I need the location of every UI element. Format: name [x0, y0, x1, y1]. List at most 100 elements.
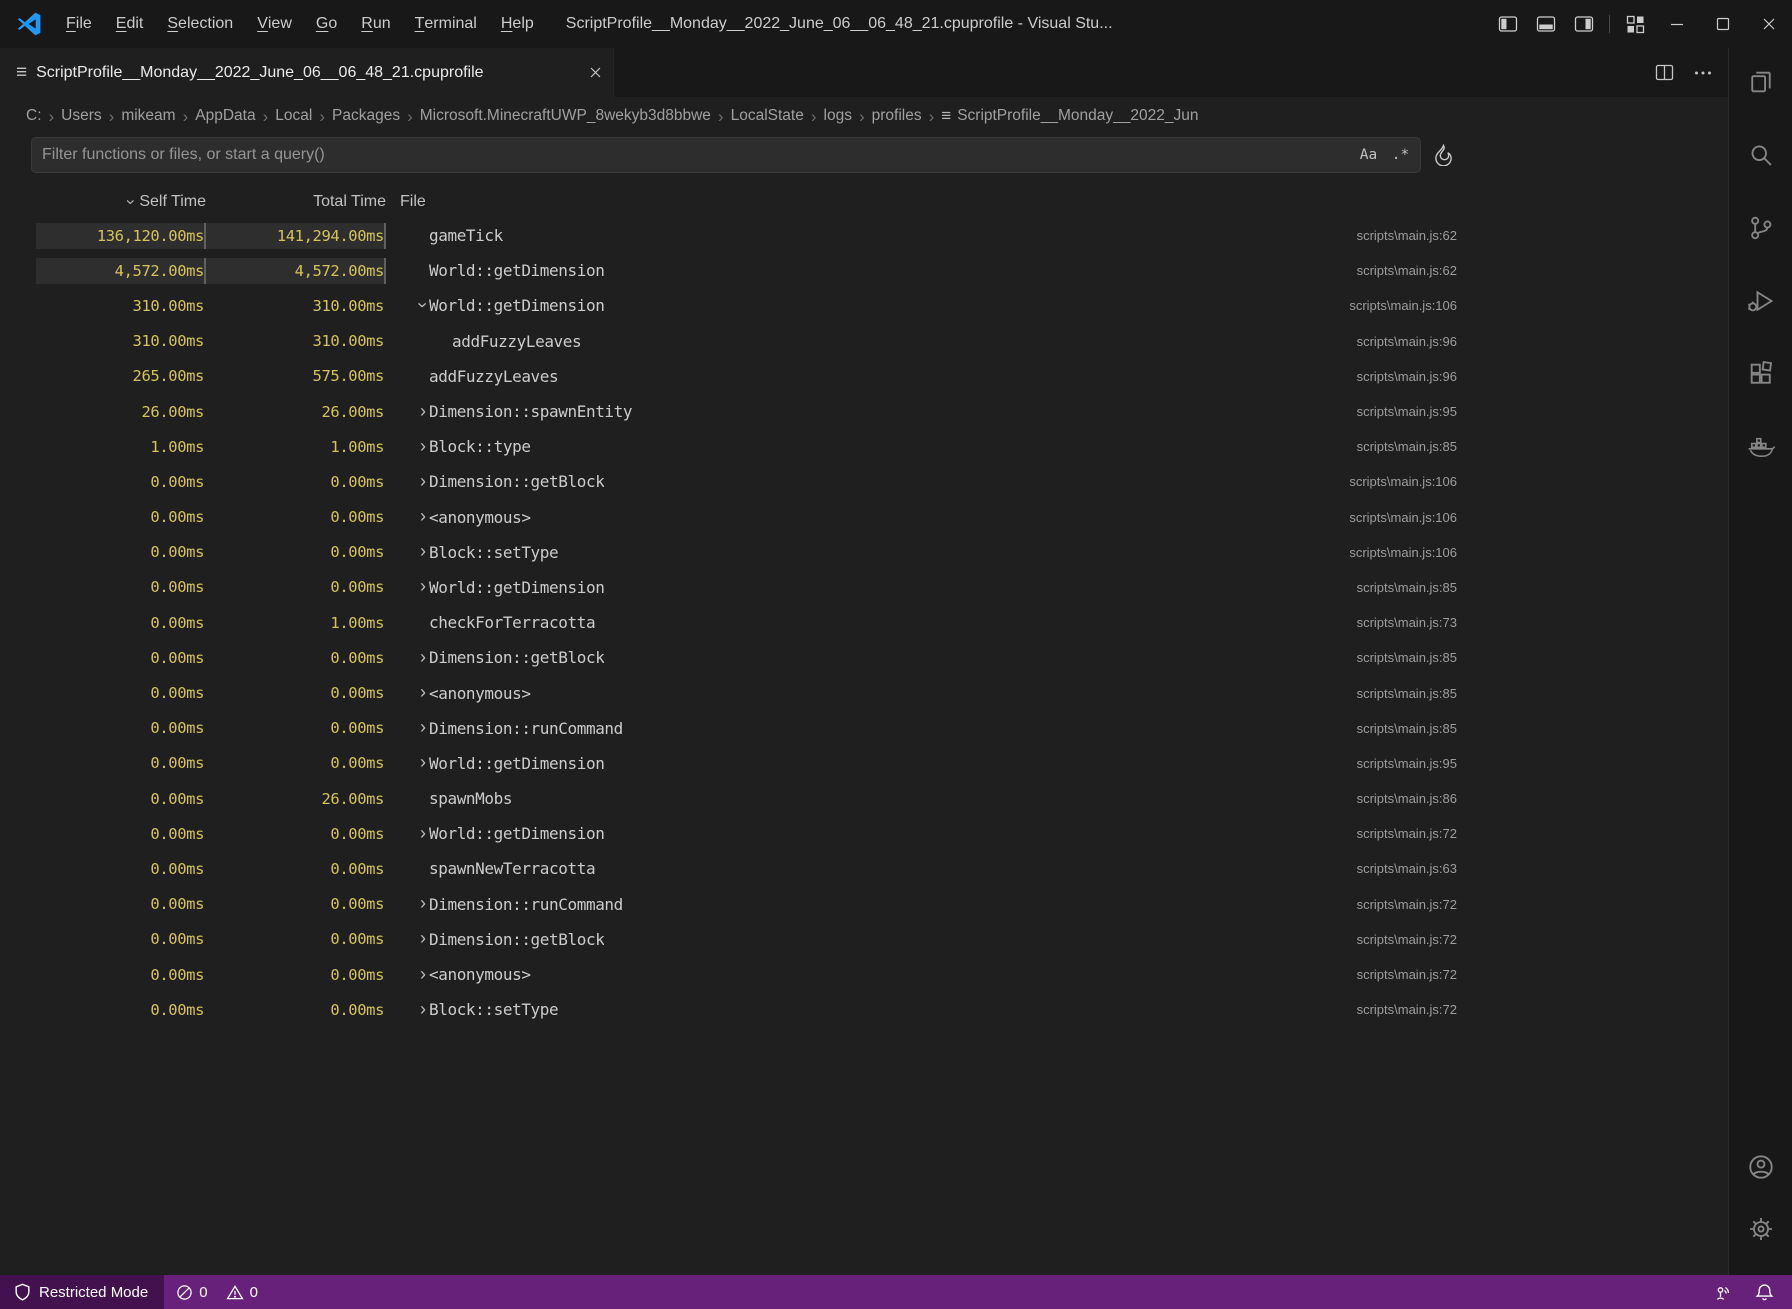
menu-run[interactable]: Run [349, 0, 402, 48]
restricted-mode-button[interactable]: Restricted Mode [0, 1275, 164, 1309]
menu-help[interactable]: Help [489, 0, 546, 48]
file-location[interactable]: scripts\main.js:72 [1357, 932, 1728, 947]
source-control-icon[interactable] [1737, 204, 1785, 252]
toggle-panel-bottom-icon[interactable] [1527, 0, 1565, 48]
breadcrumb-item[interactable]: Packages [332, 107, 400, 125]
profile-row[interactable]: 0.00ms1.00mscheckForTerracottascripts\ma… [0, 605, 1728, 640]
profile-row[interactable]: 0.00ms0.00ms›Dimension::getBlockscripts\… [0, 640, 1728, 675]
file-location[interactable]: scripts\main.js:85 [1357, 686, 1728, 701]
menu-terminal[interactable]: Terminal [403, 0, 489, 48]
account-icon[interactable] [1737, 1143, 1785, 1191]
profile-row[interactable]: 136,120.00ms141,294.00msgameTickscripts\… [0, 218, 1728, 253]
chevron-right-icon[interactable]: › [386, 683, 426, 703]
notifications-bell-icon[interactable] [1744, 1275, 1792, 1309]
chevron-right-icon[interactable]: › [386, 507, 426, 527]
tab-cpuprofile[interactable]: ≡ ScriptProfile__Monday__2022_June_06__0… [0, 48, 614, 97]
filter-input[interactable]: Filter functions or files, or start a qu… [31, 137, 1421, 173]
profile-row[interactable]: 0.00ms26.00msspawnMobsscripts\main.js:86 [0, 781, 1728, 816]
chevron-right-icon[interactable]: › [386, 929, 426, 949]
profile-row[interactable]: 310.00ms310.00ms›World::getDimensionscri… [0, 288, 1728, 323]
breadcrumb-file[interactable]: ≡ScriptProfile__Monday__2022_Jun [941, 106, 1198, 126]
profile-row[interactable]: 4,572.00ms4,572.00msWorld::getDimensions… [0, 253, 1728, 288]
file-location[interactable]: scripts\main.js:106 [1349, 474, 1728, 489]
breadcrumb-item[interactable]: profiles [872, 107, 922, 125]
profile-row[interactable]: 265.00ms575.00msaddFuzzyLeavesscripts\ma… [0, 359, 1728, 394]
remote-indicator-icon[interactable] [1703, 1275, 1744, 1309]
breadcrumb-item[interactable]: Local [275, 107, 312, 125]
file-location[interactable]: scripts\main.js:72 [1357, 897, 1728, 912]
extensions-icon[interactable] [1737, 350, 1785, 398]
tab-close-icon[interactable] [588, 65, 603, 80]
split-editor-icon[interactable] [1655, 64, 1674, 81]
profile-row[interactable]: 0.00ms0.00ms›World::getDimensionscripts\… [0, 746, 1728, 781]
file-location[interactable]: scripts\main.js:95 [1357, 756, 1728, 771]
regex-toggle[interactable]: .* [1387, 142, 1414, 168]
toggle-panel-left-icon[interactable] [1489, 0, 1527, 48]
chevron-right-icon[interactable]: › [386, 542, 426, 562]
match-case-toggle[interactable]: Aa [1355, 142, 1382, 168]
search-icon[interactable] [1737, 131, 1785, 179]
file-location[interactable]: scripts\main.js:85 [1357, 650, 1728, 665]
column-header-file[interactable]: File [386, 193, 426, 211]
column-header-self-time[interactable]: › Self Time [36, 192, 206, 212]
file-location[interactable]: scripts\main.js:85 [1357, 580, 1728, 595]
profile-row[interactable]: 0.00ms0.00ms›World::getDimensionscripts\… [0, 570, 1728, 605]
profile-row[interactable]: 0.00ms0.00ms›<anonymous>scripts\main.js:… [0, 675, 1728, 710]
file-location[interactable]: scripts\main.js:62 [1357, 263, 1728, 278]
file-location[interactable]: scripts\main.js:63 [1357, 861, 1728, 876]
menu-selection[interactable]: Selection [155, 0, 245, 48]
menu-file[interactable]: File [54, 0, 104, 48]
breadcrumb-item[interactable]: Users [61, 107, 101, 125]
file-location[interactable]: scripts\main.js:96 [1357, 334, 1728, 349]
chevron-right-icon[interactable]: › [386, 648, 426, 668]
chevron-right-icon[interactable]: › [386, 1000, 426, 1020]
chevron-right-icon[interactable]: › [386, 965, 426, 985]
profile-row[interactable]: 310.00ms310.00msaddFuzzyLeavesscripts\ma… [0, 324, 1728, 359]
explorer-icon[interactable] [1737, 58, 1785, 106]
chevron-right-icon[interactable]: › [386, 824, 426, 844]
file-location[interactable]: scripts\main.js:106 [1349, 298, 1728, 313]
problems-button[interactable]: 0 0 [164, 1275, 270, 1309]
profile-row[interactable]: 0.00ms0.00ms›Block::setTypescripts\main.… [0, 535, 1728, 570]
chevron-down-icon[interactable]: › [386, 296, 426, 316]
minimize-button[interactable] [1654, 0, 1700, 48]
profile-row[interactable]: 1.00ms1.00ms›Block::typescripts\main.js:… [0, 429, 1728, 464]
breadcrumb-item[interactable]: Microsoft.MinecraftUWP_8wekyb3d8bbwe [420, 107, 711, 125]
chevron-right-icon[interactable]: › [386, 472, 426, 492]
menu-view[interactable]: View [245, 0, 304, 48]
file-location[interactable]: scripts\main.js:85 [1357, 439, 1728, 454]
profile-row[interactable]: 26.00ms26.00ms›Dimension::spawnEntityscr… [0, 394, 1728, 429]
menu-go[interactable]: Go [304, 0, 349, 48]
customize-layout-icon[interactable] [1616, 0, 1654, 48]
profile-row[interactable]: 0.00ms0.00ms›Dimension::getBlockscripts\… [0, 464, 1728, 499]
profile-row[interactable]: 0.00ms0.00ms›<anonymous>scripts\main.js:… [0, 500, 1728, 535]
chevron-right-icon[interactable]: › [386, 718, 426, 738]
file-location[interactable]: scripts\main.js:72 [1357, 967, 1728, 982]
toggle-panel-right-icon[interactable] [1565, 0, 1603, 48]
profile-row[interactable]: 0.00ms0.00ms›Dimension::getBlockscripts\… [0, 922, 1728, 957]
profile-row[interactable]: 0.00ms0.00msspawnNewTerracottascripts\ma… [0, 851, 1728, 886]
file-location[interactable]: scripts\main.js:86 [1357, 791, 1728, 806]
maximize-button[interactable] [1700, 0, 1746, 48]
breadcrumb-item[interactable]: logs [824, 107, 852, 125]
docker-icon[interactable] [1737, 423, 1785, 471]
profile-row[interactable]: 0.00ms0.00ms›World::getDimensionscripts\… [0, 816, 1728, 851]
file-location[interactable]: scripts\main.js:73 [1357, 615, 1728, 630]
file-location[interactable]: scripts\main.js:62 [1357, 228, 1728, 243]
chevron-right-icon[interactable]: › [386, 753, 426, 773]
chevron-right-icon[interactable]: › [386, 402, 426, 422]
profile-row[interactable]: 0.00ms0.00ms›<anonymous>scripts\main.js:… [0, 957, 1728, 992]
profile-row[interactable]: 0.00ms0.00ms›Dimension::runCommandscript… [0, 711, 1728, 746]
file-location[interactable]: scripts\main.js:85 [1357, 721, 1728, 736]
file-location[interactable]: scripts\main.js:72 [1357, 1002, 1728, 1017]
chevron-right-icon[interactable]: › [386, 577, 426, 597]
profile-row[interactable]: 0.00ms0.00ms›Dimension::runCommandscript… [0, 887, 1728, 922]
breadcrumb-item[interactable]: LocalState [731, 107, 804, 125]
more-actions-icon[interactable] [1694, 70, 1712, 76]
breadcrumb-item[interactable]: mikeam [121, 107, 175, 125]
column-header-total-time[interactable]: Total Time [206, 193, 386, 211]
file-location[interactable]: scripts\main.js:72 [1357, 826, 1728, 841]
vscode-logo-icon[interactable] [14, 9, 44, 39]
breadcrumb-item[interactable]: AppData [195, 107, 255, 125]
file-location[interactable]: scripts\main.js:95 [1357, 404, 1728, 419]
